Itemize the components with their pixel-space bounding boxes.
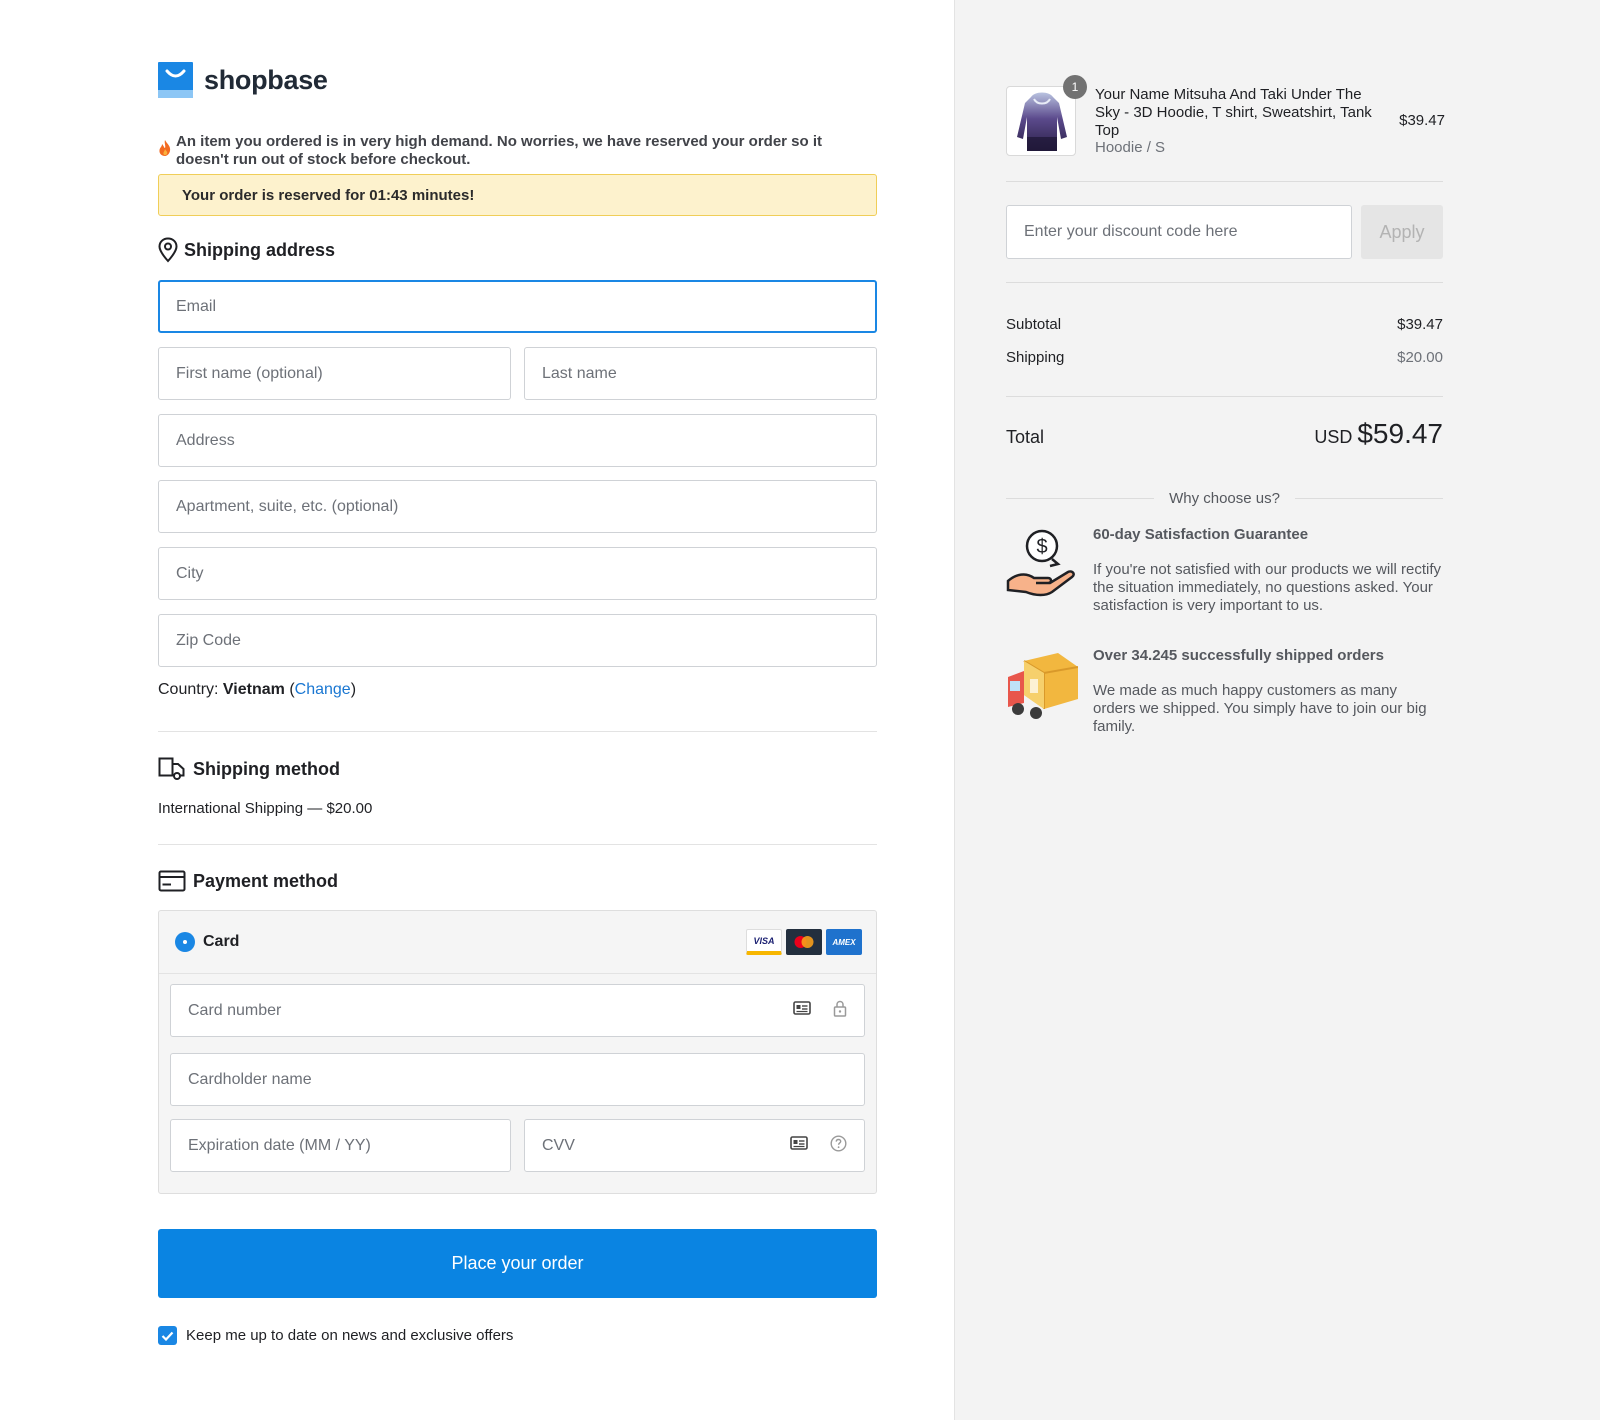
product-name: Your Name Mitsuha And Taki Under The Sky… (1095, 86, 1372, 139)
place-order-button[interactable]: Place your order (158, 1229, 877, 1298)
shipping-method-title: Shipping method (193, 758, 340, 779)
brand-name: shopbase (204, 64, 328, 95)
zip-code-field[interactable]: Zip Code (158, 614, 877, 667)
guarantee-text: If you're not satisfied with our product… (1093, 561, 1442, 614)
newsletter-option[interactable]: Keep me up to date on news and exclusive… (158, 1326, 513, 1345)
fire-icon (158, 139, 172, 169)
mastercard-icon (786, 929, 822, 955)
product-variant: Hoodie / S (1095, 139, 1166, 156)
product-price: $39.47 (1399, 112, 1445, 129)
section-divider (158, 844, 877, 845)
why-heading-text: Why choose us? (1169, 490, 1280, 507)
total-currency: USD (1314, 427, 1353, 447)
cvv-placeholder: CVV (542, 1136, 575, 1154)
city-field[interactable]: City (158, 547, 877, 600)
card-payment-option[interactable]: Card VISA AMEX (159, 911, 876, 974)
order-summary-panel: 1 Your Name Mitsuha And Taki Under The S… (954, 0, 1600, 1420)
payment-method-heading: Payment method (158, 870, 338, 892)
country-line: Country: Vietnam (Change) (158, 681, 357, 698)
email-field[interactable]: Email (158, 280, 877, 333)
apartment-field[interactable]: Apartment, suite, etc. (optional) (158, 480, 877, 533)
location-pin-icon (158, 237, 184, 263)
card-number-placeholder: Card number (188, 1001, 282, 1019)
shipping-method-heading: Shipping method (158, 757, 340, 781)
shipping-row: Shipping $20.00 (1006, 349, 1443, 366)
lock-icon (833, 1000, 847, 1022)
shipping-address-heading: Shipping address (158, 237, 335, 263)
shipping-label: Shipping (1006, 349, 1065, 366)
newsletter-label: Keep me up to date on news and exclusive… (186, 1327, 514, 1344)
country-value: Vietnam (222, 681, 285, 698)
country-label: Country: (158, 681, 219, 698)
brand-logo[interactable]: shopbase (158, 62, 328, 98)
shipping-address-title: Shipping address (184, 239, 336, 260)
first-name-field[interactable]: First name (optional) (158, 347, 511, 400)
quantity-badge: 1 (1063, 75, 1087, 99)
city-placeholder: City (176, 564, 204, 582)
zip-code-placeholder: Zip Code (176, 631, 241, 649)
total-label: Total (1006, 427, 1045, 447)
first-name-placeholder: First name (optional) (176, 364, 323, 382)
apartment-placeholder: Apartment, suite, etc. (optional) (176, 497, 399, 515)
subtotal-row: Subtotal $39.47 (1006, 316, 1443, 333)
apply-discount-button[interactable]: Apply (1361, 205, 1443, 259)
newsletter-checkbox[interactable] (158, 1326, 177, 1345)
last-name-placeholder: Last name (542, 364, 617, 382)
cardholder-placeholder: Cardholder name (188, 1070, 312, 1088)
shipping-option-text: International Shipping — $20.00 (158, 800, 373, 817)
summary-divider (1006, 181, 1443, 182)
guarantee-title: 60-day Satisfaction Guarantee (1093, 526, 1309, 543)
subtotal-label: Subtotal (1006, 316, 1062, 333)
why-choose-us-heading: Why choose us? (1006, 490, 1444, 507)
summary-divider (1006, 396, 1443, 397)
subtotal-value: $39.47 (1397, 316, 1443, 333)
payment-method-title: Payment method (193, 870, 339, 891)
expiration-date-field[interactable]: Expiration date (MM / YY) (170, 1119, 511, 1172)
card-radio[interactable] (175, 932, 195, 952)
expiration-placeholder: Expiration date (MM / YY) (188, 1136, 371, 1154)
high-demand-text: An item you ordered is in very high dema… (176, 133, 823, 168)
cvv-field[interactable]: CVV (524, 1119, 865, 1172)
shipped-orders-feature: Over 34.245 successfully shipped orders … (1006, 647, 1443, 737)
reservation-timer-banner: Your order is reserved for 01:43 minutes… (158, 174, 877, 216)
shipping-value: $20.00 (1397, 349, 1443, 366)
total-value: $59.47 (1357, 418, 1443, 449)
last-name-field[interactable]: Last name (524, 347, 877, 400)
visa-icon: VISA (746, 929, 782, 955)
delivery-truck-icon (158, 757, 193, 781)
money-back-hand-icon: $ (1006, 526, 1078, 598)
section-divider (158, 731, 877, 732)
credit-card-icon (158, 870, 193, 892)
change-country-link[interactable]: Change (295, 681, 351, 698)
shopbase-logo-icon (158, 62, 193, 98)
discount-placeholder: Enter your discount code here (1024, 223, 1238, 240)
delivery-truck-icon (1006, 647, 1079, 719)
checkout-form-panel: shopbase An item you ordered is in very … (0, 0, 954, 1420)
id-card-icon (793, 1001, 811, 1020)
high-demand-notice: An item you ordered is in very high dema… (158, 133, 878, 169)
shipped-orders-text: We made as much happy customers as many … (1093, 682, 1427, 735)
id-card-icon (790, 1136, 808, 1155)
svg-text:$: $ (1036, 536, 1047, 558)
address-field[interactable]: Address (158, 414, 877, 467)
email-placeholder: Email (176, 297, 217, 315)
help-icon[interactable] (830, 1134, 847, 1157)
accepted-cards: VISA AMEX (746, 929, 862, 955)
summary-divider (1006, 282, 1443, 283)
cardholder-name-field[interactable]: Cardholder name (170, 1053, 865, 1106)
guarantee-feature: $ 60-day Satisfaction Guarantee If you'r… (1006, 526, 1443, 616)
card-number-field[interactable]: Card number (170, 984, 865, 1037)
address-placeholder: Address (176, 431, 235, 449)
amex-icon: AMEX (826, 929, 862, 955)
discount-code-input[interactable]: Enter your discount code here (1006, 205, 1352, 259)
card-label: Card (203, 933, 240, 950)
product-thumbnail (1006, 86, 1076, 156)
shipped-orders-title: Over 34.245 successfully shipped orders (1093, 647, 1384, 664)
total-row: Total USD $59.47 (1006, 418, 1443, 450)
